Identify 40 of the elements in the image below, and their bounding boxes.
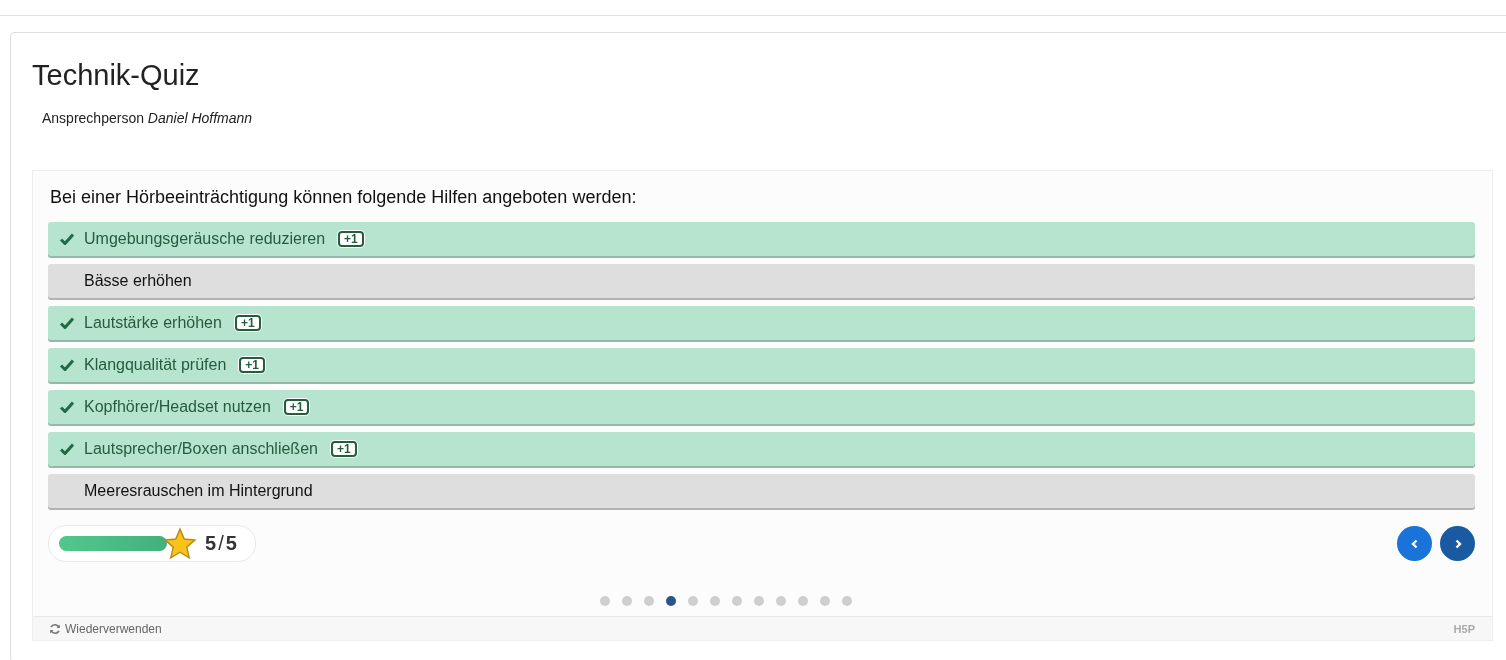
answer-option[interactable]: Lautstärke erhöhen +1 [48,306,1475,340]
question-text: Bei einer Hörbeeinträchtigung können folgende Hilfen angeboten werden: [49,186,638,209]
answer-option[interactable]: Bässe erhöhen [48,264,1475,298]
check-icon [60,317,74,329]
page-dot[interactable] [622,596,632,606]
answer-option[interactable]: Klangqualität prüfen +1 [48,348,1475,382]
check-icon [60,359,74,371]
answer-option[interactable]: Umgebungsgeräusche reduzieren +1 [48,222,1475,256]
answer-option[interactable]: Meeresrauschen im Hintergrund [48,474,1475,508]
previous-button[interactable] [1397,526,1432,561]
answer-option[interactable]: Kopfhörer/Headset nutzen +1 [48,390,1475,424]
page-dot[interactable] [600,596,610,606]
quiz-title: Technik-Quiz [32,58,201,93]
page-dot[interactable] [820,596,830,606]
page-dot[interactable] [754,596,764,606]
check-icon [60,443,74,455]
score-badge: +1 [239,357,265,373]
reuse-link[interactable]: Wiederverwenden [49,621,162,636]
page-dot[interactable] [710,596,720,606]
check-icon [60,401,74,413]
contact-text: Ansprechperson Daniel Hoffmann [42,110,254,126]
page-dot[interactable] [842,596,852,606]
chevron-left-icon [1409,538,1420,549]
page-dot[interactable] [666,596,676,606]
score-badge: +1 [338,231,364,247]
score-badge: +1 [330,441,357,457]
page-dot[interactable] [798,596,808,606]
logo-text: H5P [1453,622,1475,635]
page-dot[interactable] [688,596,698,606]
next-button[interactable] [1440,526,1475,561]
refresh-icon [49,622,61,635]
score-badge: +1 [234,315,261,331]
answer-option[interactable]: Lautsprecher/Boxen anschließen +1 [48,432,1475,466]
check-icon [60,233,74,245]
page-dot[interactable] [644,596,654,606]
star-icon [163,526,197,561]
score-badge: +1 [283,399,310,415]
page-dot[interactable] [732,596,742,606]
page-dot[interactable] [776,596,786,606]
score-text: 5/5 [205,532,237,555]
